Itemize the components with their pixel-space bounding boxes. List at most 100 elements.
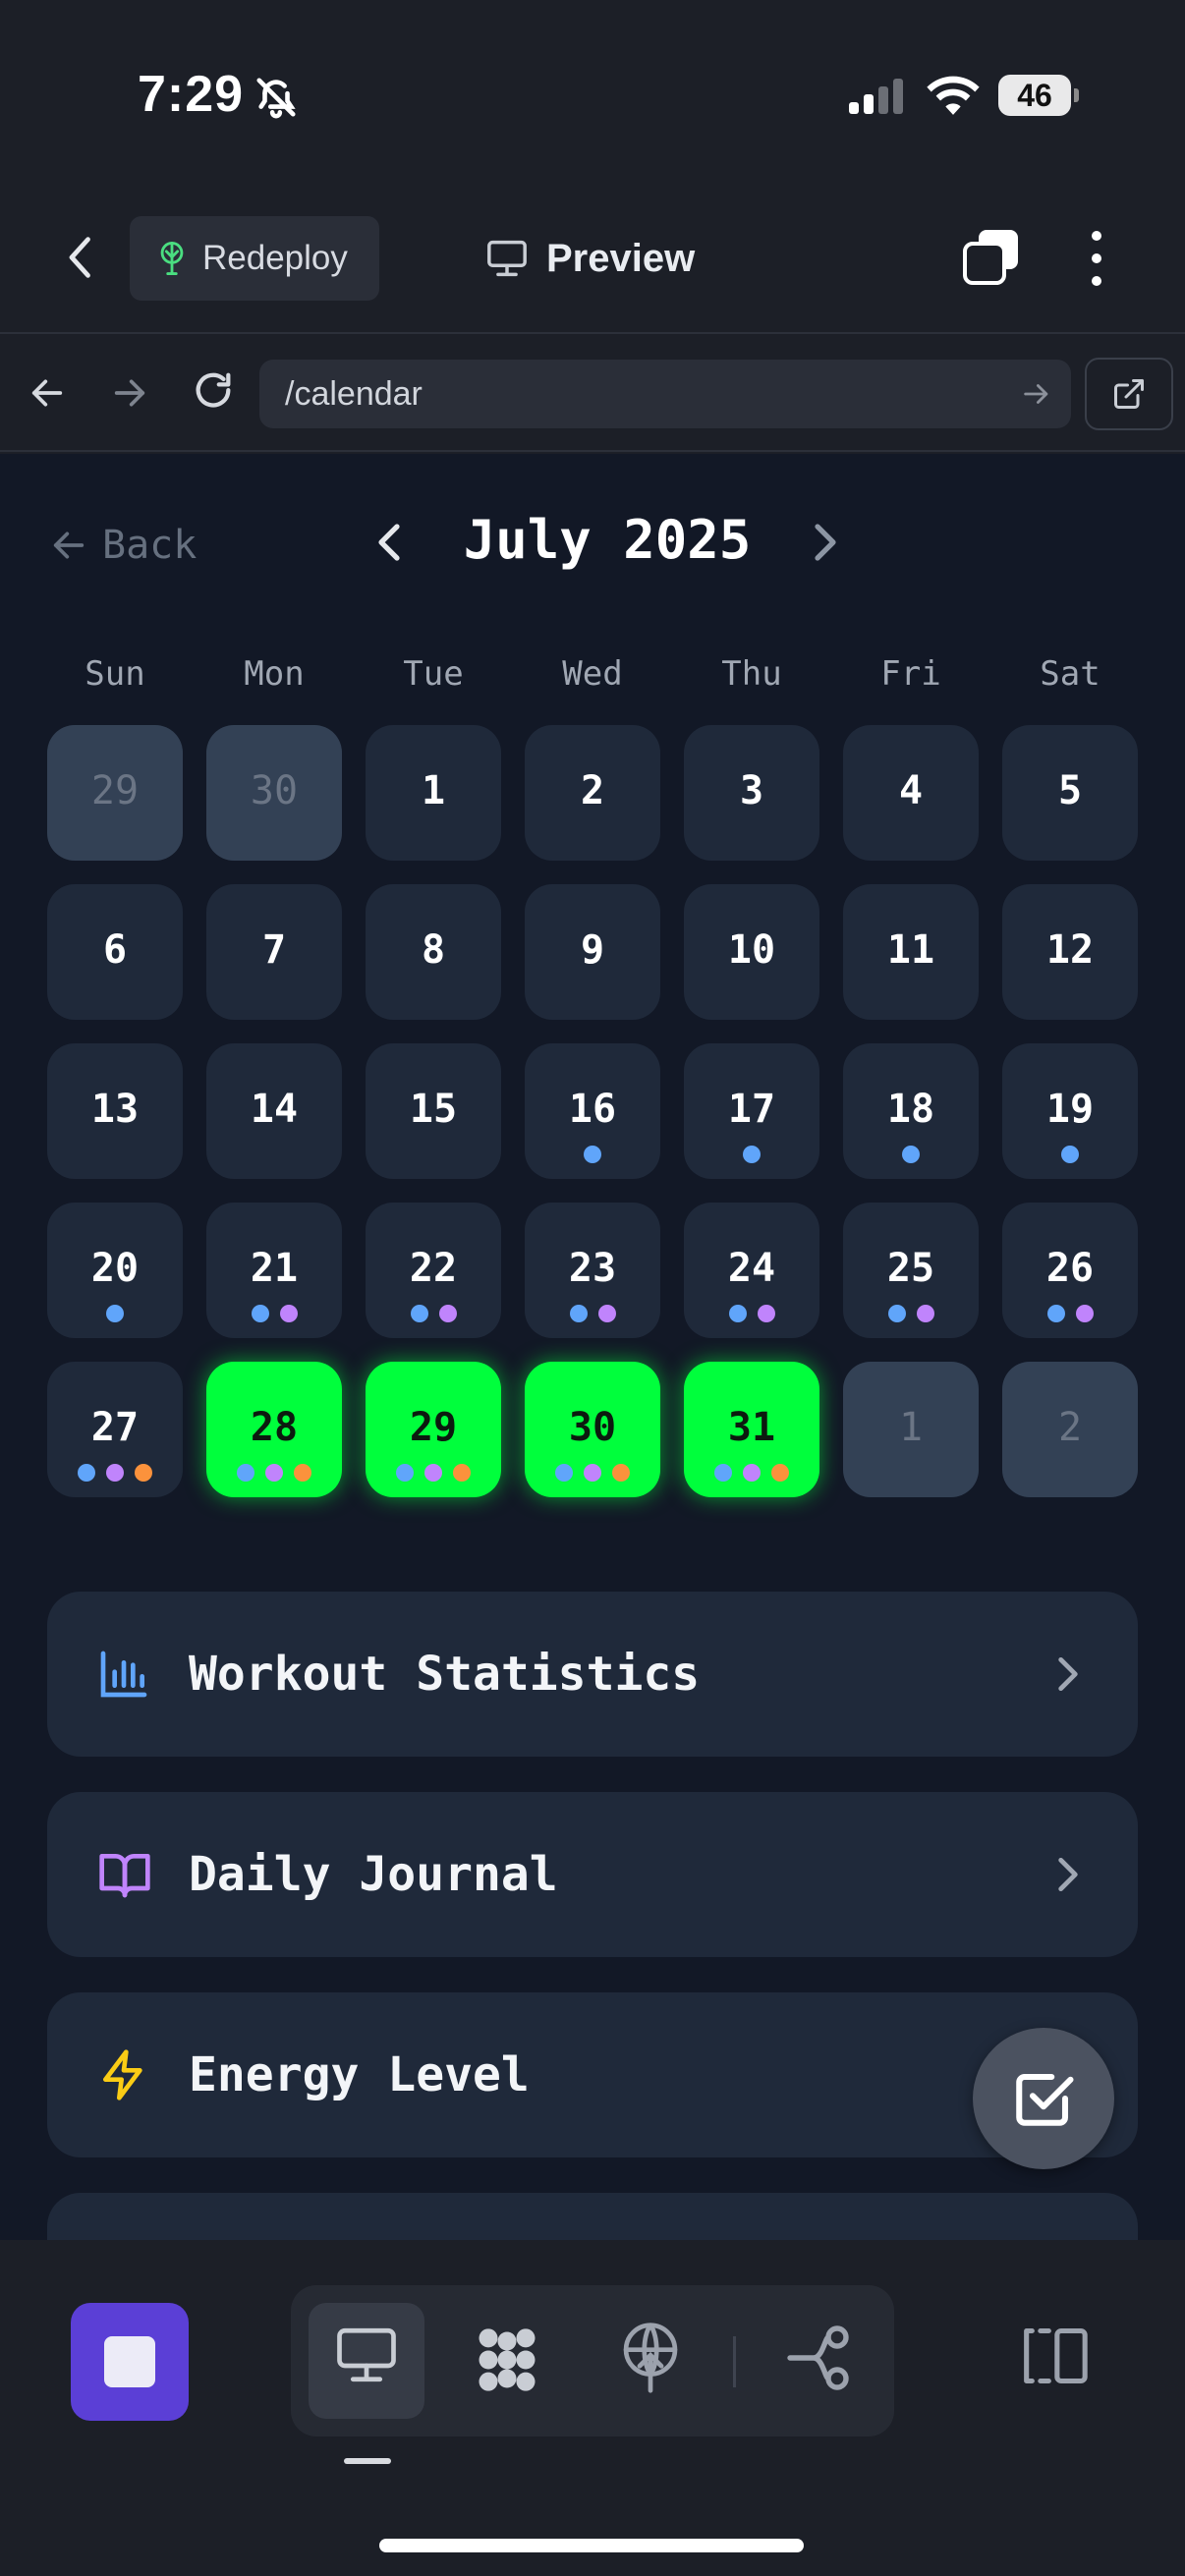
external-link-icon xyxy=(1114,379,1144,409)
calendar-day[interactable]: 10 xyxy=(684,884,819,1020)
next-card[interactable] xyxy=(47,2193,1138,2240)
calendar-day[interactable]: 27 xyxy=(47,1362,183,1497)
day-number: 27 xyxy=(90,1405,140,1450)
calendar-day[interactable]: 23 xyxy=(525,1203,660,1338)
toolbar-separator xyxy=(733,2336,736,2387)
calendar-day[interactable]: 12 xyxy=(1002,884,1138,1020)
purple-activity-dot xyxy=(265,1464,283,1482)
battery-indicator: 46 xyxy=(998,75,1079,116)
calendar-day[interactable]: 8 xyxy=(366,884,501,1020)
redeploy-button[interactable]: Redeploy xyxy=(130,216,379,301)
energy-level-card[interactable]: Energy Level xyxy=(47,1992,1138,2157)
tabs-icon[interactable] xyxy=(961,228,1022,289)
preview-label: Preview xyxy=(546,236,696,280)
calendar-day[interactable]: 20 xyxy=(47,1203,183,1338)
day-number: 7 xyxy=(261,927,287,973)
go-arrow-icon[interactable] xyxy=(1020,377,1053,411)
calendar-day-highlighted[interactable]: 30 xyxy=(525,1362,660,1497)
book-open-icon xyxy=(99,1854,150,1898)
calendar-day[interactable]: 18 xyxy=(843,1043,979,1179)
weekday-label: Thu xyxy=(721,654,782,694)
day-number: 31 xyxy=(727,1405,776,1450)
blue-activity-dot xyxy=(410,1305,428,1322)
day-number: 23 xyxy=(568,1246,617,1291)
activity-dots xyxy=(525,1146,660,1163)
card-label: Workout Statistics xyxy=(189,1647,701,1702)
calendar-day-highlighted[interactable]: 28 xyxy=(206,1362,342,1497)
url-input[interactable]: /calendar xyxy=(259,360,1071,428)
back-chevron-icon[interactable] xyxy=(61,234,104,281)
calendar-day[interactable]: 4 xyxy=(843,725,979,861)
calendar-day[interactable]: 25 xyxy=(843,1203,979,1338)
activity-dots xyxy=(1002,1146,1138,1163)
calendar-day-other-month[interactable]: 30 xyxy=(206,725,342,861)
calendar-day-highlighted[interactable]: 31 xyxy=(684,1362,819,1497)
calendar-day-highlighted[interactable]: 29 xyxy=(366,1362,501,1497)
purple-activity-dot xyxy=(424,1464,442,1482)
day-number: 2 xyxy=(1057,1405,1083,1450)
day-number: 3 xyxy=(739,768,764,813)
active-tab-indicator xyxy=(344,2458,391,2464)
calendar-day[interactable]: 6 xyxy=(47,884,183,1020)
day-number: 28 xyxy=(250,1405,299,1450)
blocks-icon[interactable] xyxy=(470,2323,544,2397)
calendar-day[interactable]: 17 xyxy=(684,1043,819,1179)
calendar-day[interactable]: 14 xyxy=(206,1043,342,1179)
activity-dots xyxy=(843,1146,979,1163)
preview-tab[interactable]: Preview xyxy=(485,226,695,291)
browser-back-icon[interactable] xyxy=(28,373,67,413)
calendar-day[interactable]: 21 xyxy=(206,1203,342,1338)
home-indicator xyxy=(379,2539,804,2552)
orange-activity-dot xyxy=(453,1464,471,1482)
panel-toggle-icon[interactable] xyxy=(1018,2323,1091,2389)
blue-activity-dot xyxy=(251,1305,269,1322)
calendar-day[interactable]: 13 xyxy=(47,1043,183,1179)
next-month-icon[interactable] xyxy=(808,519,843,566)
calendar-day[interactable]: 7 xyxy=(206,884,342,1020)
purple-activity-dot xyxy=(584,1464,601,1482)
calendar-day[interactable]: 15 xyxy=(366,1043,501,1179)
open-external-button[interactable] xyxy=(1085,358,1173,430)
stop-icon xyxy=(104,2336,155,2387)
deploy-icon[interactable] xyxy=(617,2323,684,2393)
calendar-day[interactable]: 3 xyxy=(684,725,819,861)
calendar-day[interactable]: 26 xyxy=(1002,1203,1138,1338)
daily-journal-card[interactable]: Daily Journal xyxy=(47,1792,1138,1957)
day-number: 25 xyxy=(886,1246,935,1291)
monitor-icon[interactable] xyxy=(334,2323,399,2387)
more-options-icon[interactable] xyxy=(1081,228,1112,289)
calendar-day[interactable]: 24 xyxy=(684,1203,819,1338)
prev-month-icon[interactable] xyxy=(371,519,407,566)
calendar-day[interactable]: 19 xyxy=(1002,1043,1138,1179)
browser-forward-icon[interactable] xyxy=(110,373,149,413)
calendar-day[interactable]: 5 xyxy=(1002,725,1138,861)
calendar-day-other-month[interactable]: 2 xyxy=(1002,1362,1138,1497)
day-number: 22 xyxy=(409,1246,458,1291)
day-number: 1 xyxy=(898,1405,924,1450)
day-number: 29 xyxy=(90,768,140,813)
reload-icon[interactable] xyxy=(191,369,236,415)
calendar-day[interactable]: 22 xyxy=(366,1203,501,1338)
chevron-right-icon xyxy=(1058,1857,1078,1892)
calendar-day[interactable]: 1 xyxy=(366,725,501,861)
calendar-day[interactable]: 16 xyxy=(525,1043,660,1179)
blue-activity-dot xyxy=(237,1464,254,1482)
arrow-left-icon xyxy=(53,532,85,559)
activity-dots xyxy=(525,1305,660,1322)
calendar-day[interactable]: 9 xyxy=(525,884,660,1020)
workflow-icon[interactable] xyxy=(784,2323,855,2393)
activity-dots xyxy=(1002,1305,1138,1322)
calendar-day[interactable]: 2 xyxy=(525,725,660,861)
blue-activity-dot xyxy=(728,1305,747,1322)
activity-dots xyxy=(684,1146,819,1163)
calendar-day-other-month[interactable]: 1 xyxy=(843,1362,979,1497)
workout-statistics-card[interactable]: Workout Statistics xyxy=(47,1592,1138,1757)
back-link[interactable]: Back xyxy=(49,523,197,568)
purple-activity-dot xyxy=(1075,1305,1094,1322)
activity-dots xyxy=(525,1464,660,1482)
check-task-fab[interactable] xyxy=(973,2028,1114,2169)
calendar-day[interactable]: 11 xyxy=(843,884,979,1020)
calendar-day-other-month[interactable]: 29 xyxy=(47,725,183,861)
activity-dots xyxy=(206,1464,342,1482)
stop-button[interactable] xyxy=(71,2303,189,2421)
